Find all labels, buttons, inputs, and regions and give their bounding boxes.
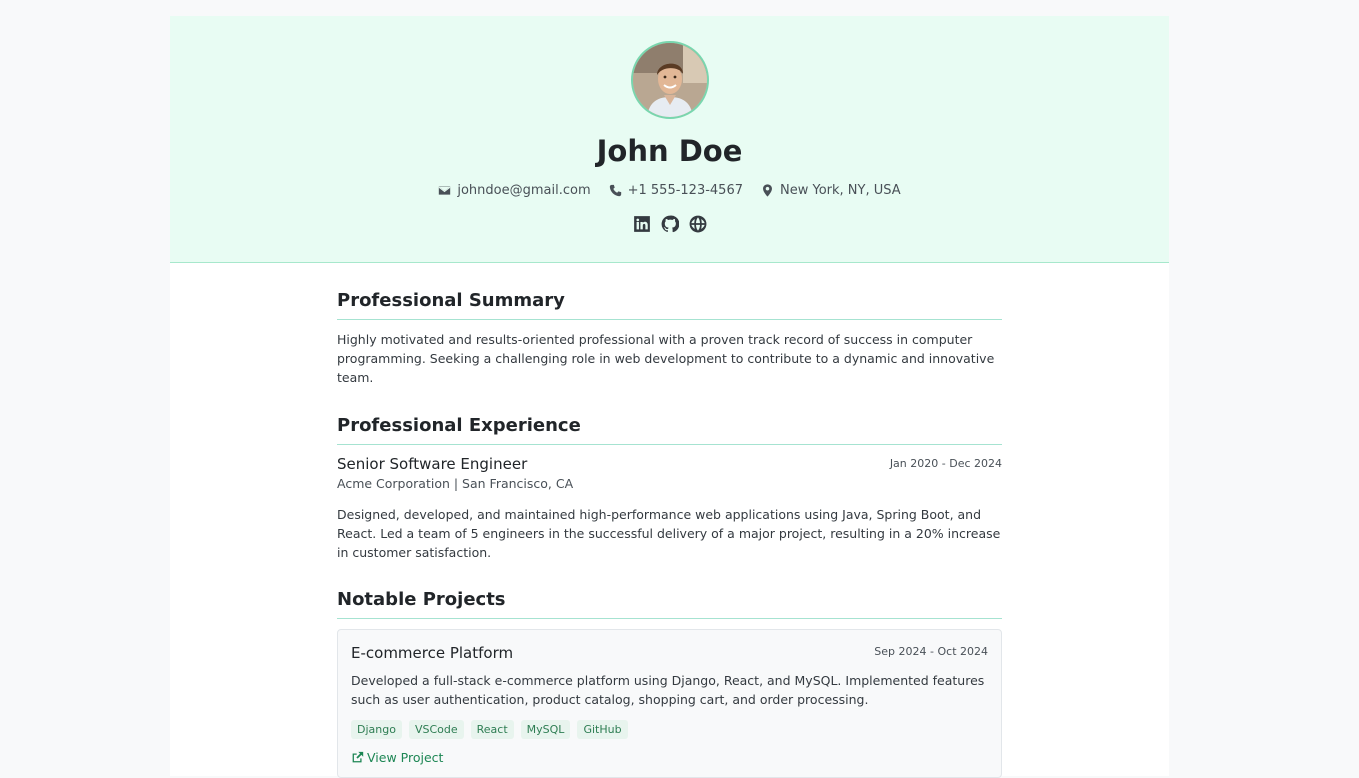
email-text: johndoe@gmail.com	[457, 183, 591, 198]
phone-icon	[609, 184, 621, 197]
job-title: Senior Software Engineer	[337, 455, 528, 473]
tag: Django	[351, 720, 402, 739]
view-project-link[interactable]: View Project	[351, 750, 988, 765]
map-pin-icon	[763, 184, 772, 197]
contact-info: johndoe@gmail.com +1 555-123-4567 New Yo…	[170, 183, 1169, 198]
job-company: Acme Corporation | San Francisco, CA	[337, 476, 574, 491]
contact-phone[interactable]: +1 555-123-4567	[609, 183, 743, 198]
contact-email[interactable]: johndoe@gmail.com	[438, 183, 591, 198]
tag: MySQL	[520, 720, 571, 739]
view-project-label: View Project	[367, 750, 444, 765]
social-links	[170, 215, 1169, 233]
project-description: Developed a full-stack e-commerce platfo…	[351, 673, 985, 707]
summary-title: Professional Summary	[337, 290, 1002, 320]
github-icon[interactable]	[661, 215, 679, 233]
resume-header: John Doe johndoe@gmail.com +1 555-123-45…	[170, 16, 1169, 263]
project-card: E-commerce Platform Sep 2024 - Oct 2024 …	[337, 629, 1002, 778]
avatar-photo	[633, 43, 707, 117]
summary-text: Highly motivated and results-oriented pr…	[337, 332, 995, 385]
resume-body: Professional Summary Highly motivated an…	[337, 278, 1002, 778]
summary-section: Professional Summary Highly motivated an…	[337, 290, 1002, 387]
tag: React	[470, 720, 514, 739]
contact-location: New York, NY, USA	[761, 183, 901, 198]
resume-name: John Doe	[596, 134, 743, 168]
project-dates: Sep 2024 - Oct 2024	[874, 645, 988, 658]
project-header: E-commerce Platform Sep 2024 - Oct 2024	[351, 644, 988, 662]
project-tags: Django VSCode React MySQL GitHub	[351, 720, 988, 739]
job-header: Senior Software Engineer Jan 2020 - Dec …	[337, 455, 1002, 473]
job-entry: Senior Software Engineer Jan 2020 - Dec …	[337, 455, 1002, 562]
avatar	[631, 41, 709, 119]
tag: VSCode	[408, 720, 464, 739]
envelope-icon	[439, 186, 451, 195]
experience-section: Professional Experience Senior Software …	[337, 415, 1002, 562]
globe-icon[interactable]	[689, 215, 707, 233]
projects-title: Notable Projects	[337, 589, 1002, 619]
external-link-icon	[352, 751, 364, 763]
projects-section: Notable Projects E-commerce Platform Sep…	[337, 589, 1002, 778]
tag: GitHub	[577, 720, 628, 739]
resume-page: John Doe johndoe@gmail.com +1 555-123-45…	[170, 16, 1169, 778]
phone-text: +1 555-123-4567	[627, 183, 743, 198]
project-title: E-commerce Platform	[351, 644, 514, 662]
linkedin-icon[interactable]	[633, 215, 651, 233]
job-description: Designed, developed, and maintained high…	[337, 507, 1001, 560]
experience-title: Professional Experience	[337, 415, 1002, 445]
job-dates: Jan 2020 - Dec 2024	[889, 457, 1002, 470]
location-text: New York, NY, USA	[780, 183, 901, 198]
